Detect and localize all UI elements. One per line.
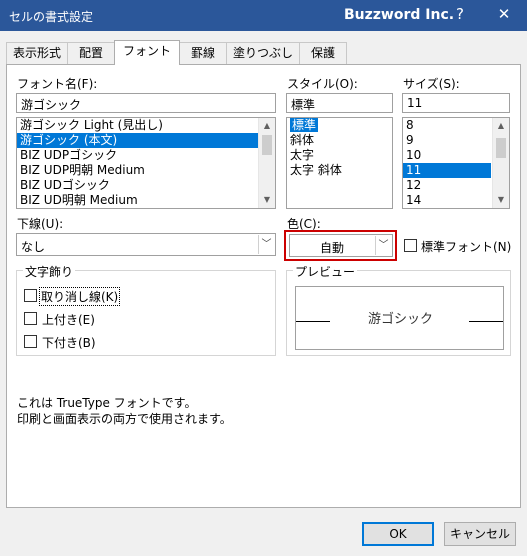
font-list-scrollbar[interactable]: ▲ ▼ [258, 118, 275, 208]
superscript-checkbox[interactable] [24, 312, 37, 325]
tab-font[interactable]: フォント [114, 40, 180, 65]
preview-legend: プレビュー [293, 263, 358, 280]
font-list-item[interactable]: BIZ UDP明朝 Medium [17, 163, 275, 178]
preview-sample-text: 游ゴシック [367, 312, 433, 327]
subscript-label: 下付き(B) [42, 336, 96, 350]
strikethrough-label: 取り消し線(K) [39, 287, 121, 306]
subscript-checkbox[interactable] [24, 335, 37, 348]
tab-number-format[interactable]: 表示形式 [6, 42, 68, 64]
chevron-down-icon[interactable]: ﹀ [375, 236, 391, 255]
font-list-item[interactable]: BIZ UDPゴシック [17, 148, 275, 163]
normal-font-label: 標準フォント(N) [421, 240, 512, 254]
style-list-item-selected[interactable]: 標準 [290, 118, 319, 132]
ok-button[interactable]: OK [362, 522, 434, 546]
font-name-input[interactable]: 游ゴシック [16, 93, 276, 113]
font-list-item[interactable]: 游ゴシック Light (見出し) [17, 118, 275, 133]
color-value: 自動 [319, 241, 344, 255]
font-list-item-selected[interactable]: 游ゴシック (本文) [17, 133, 275, 148]
size-input[interactable]: 11 [402, 93, 510, 113]
chevron-down-icon[interactable]: ﹀ [258, 235, 274, 254]
brand-label: Buzzword Inc. [344, 7, 455, 23]
underline-label: 下線(U): [17, 217, 64, 231]
info-line-1: これは TrueType フォントです。 [17, 396, 197, 410]
style-input[interactable]: 標準 [286, 93, 393, 113]
effects-legend: 文字飾り [23, 263, 76, 280]
cancel-button[interactable]: キャンセル [444, 522, 516, 546]
font-list-item[interactable]: BIZ UDゴシック [17, 178, 275, 193]
normal-font-checkbox[interactable] [404, 239, 417, 252]
style-label: スタイル(O): [287, 77, 358, 91]
size-label: サイズ(S): [403, 77, 460, 91]
font-list-item[interactable]: BIZ UD明朝 Medium [17, 193, 275, 208]
tab-alignment[interactable]: 配置 [67, 42, 115, 64]
style-list-item[interactable]: 太字 斜体 [287, 163, 392, 178]
font-name-list[interactable]: 游ゴシック Light (見出し) 游ゴシック (本文) BIZ UDPゴシック… [16, 117, 276, 209]
scroll-down-icon[interactable]: ▼ [259, 192, 275, 208]
scroll-down-icon[interactable]: ▼ [493, 192, 509, 208]
scroll-thumb[interactable] [262, 135, 272, 155]
style-list-item[interactable]: 斜体 [287, 133, 392, 148]
tab-border[interactable]: 罫線 [179, 42, 227, 64]
tab-protection[interactable]: 保護 [299, 42, 347, 64]
style-list[interactable]: 標準 斜体 太字 太字 斜体 [286, 117, 393, 209]
tab-fill[interactable]: 塗りつぶし [226, 42, 300, 64]
info-line-2: 印刷と画面表示の両方で使用されます。 [17, 412, 232, 426]
underline-value: なし [21, 240, 46, 254]
close-button[interactable]: ✕ [494, 5, 514, 23]
preview-box: 游ゴシック [295, 286, 504, 350]
size-list-item-selected[interactable]: 11 [403, 163, 491, 178]
style-list-item[interactable]: 標準 [287, 118, 374, 133]
scroll-up-icon[interactable]: ▲ [259, 118, 275, 134]
superscript-label: 上付き(E) [42, 313, 95, 327]
font-name-label: フォント名(F): [17, 77, 98, 91]
size-list-scrollbar[interactable]: ▲ ▼ [492, 118, 509, 208]
strikethrough-checkbox[interactable] [24, 289, 37, 302]
underline-select[interactable]: なし ﹀ [16, 233, 276, 256]
scroll-thumb[interactable] [496, 138, 506, 158]
title-bar: セルの書式設定 Buzzword Inc. ? ✕ [0, 0, 527, 31]
scroll-up-icon[interactable]: ▲ [493, 118, 509, 134]
size-list[interactable]: 8 9 10 11 12 14 ▲ ▼ [402, 117, 510, 209]
help-button[interactable]: ? [450, 5, 470, 23]
style-list-item[interactable]: 太字 [287, 148, 392, 163]
color-select[interactable]: 自動 ﹀ [289, 234, 393, 257]
window-title: セルの書式設定 [9, 10, 94, 24]
